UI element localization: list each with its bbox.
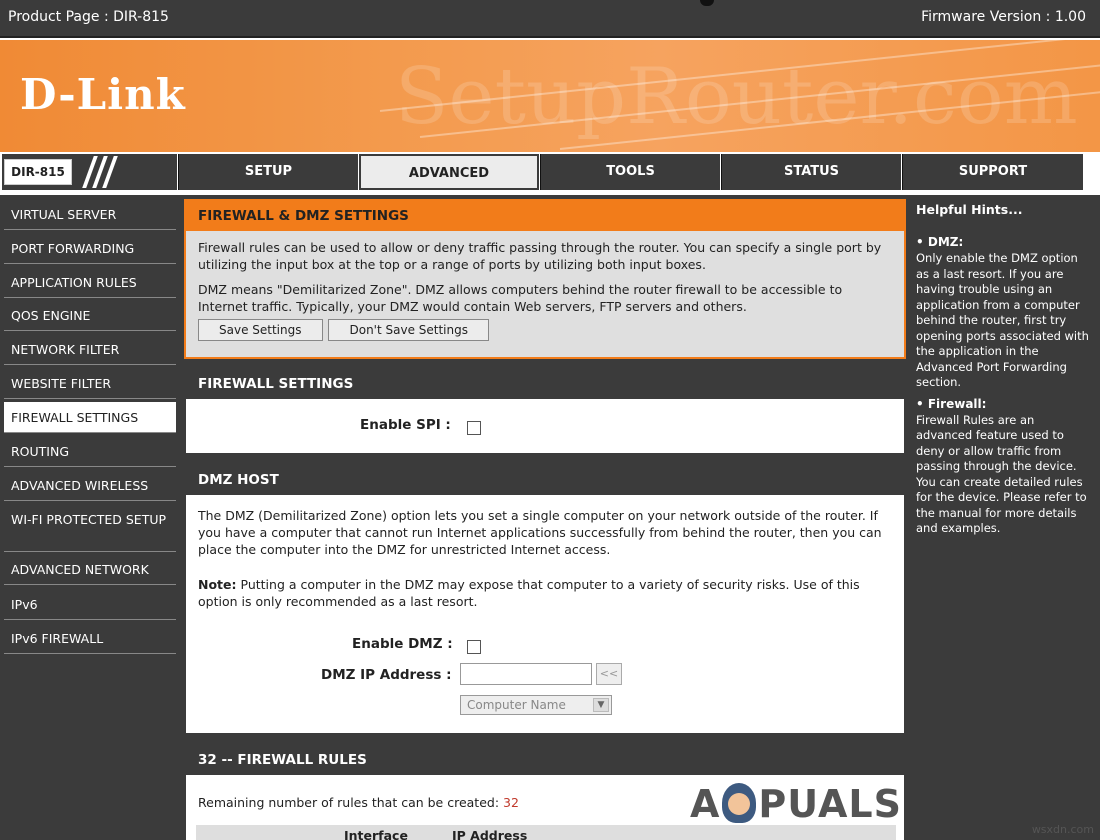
dmz-ip-input[interactable] — [460, 663, 592, 685]
intro-firewall-text: Firewall rules can be used to allow or d… — [198, 240, 882, 272]
top-bar: Product Page : DIR-815 Firmware Version … — [0, 0, 1100, 38]
model-badge: DIR-815 — [2, 154, 177, 190]
intro-dmz-text: DMZ means "Demilitarized Zone". DMZ allo… — [198, 282, 843, 314]
sidebar-item-qos-engine[interactable]: QOS ENGINE — [4, 300, 176, 331]
hint-firewall-title: • Firewall: — [916, 396, 987, 411]
sidebar-item-application-rules[interactable]: APPLICATION RULES — [4, 267, 176, 298]
firmware-version-label: Firmware Version : 1.00 — [921, 9, 1086, 25]
dmz-note: Note: Putting a computer in the DMZ may … — [198, 576, 892, 610]
sidebar-item-advanced-network[interactable]: ADVANCED NETWORK — [4, 554, 176, 585]
remaining-rules: Remaining number of rules that can be cr… — [198, 795, 519, 810]
nav-row: DIR-815 SETUP ADVANCED TOOLS STATUS SUPP… — [0, 152, 1100, 192]
tab-advanced[interactable]: ADVANCED — [359, 154, 539, 190]
save-settings-button[interactable]: Save Settings — [198, 319, 323, 341]
sidebar: VIRTUAL SERVER PORT FORWARDING APPLICATI… — [0, 195, 180, 840]
appuals-letters: PUALS — [758, 782, 902, 826]
remaining-rules-value: 32 — [503, 795, 519, 810]
col-interface: Interface — [344, 828, 408, 840]
hint-firewall-text: Firewall Rules are an advanced feature u… — [916, 412, 1087, 536]
sidebar-item-firewall-settings[interactable]: FIREWALL SETTINGS — [4, 402, 176, 433]
sidebar-item-ipv6-firewall[interactable]: IPv6 FIREWALL — [4, 623, 176, 654]
dlink-logo: D-Link — [20, 70, 186, 119]
hints-title: Helpful Hints... — [916, 202, 1023, 217]
hint-dmz-text: Only enable the DMZ option as a last res… — [916, 251, 1089, 389]
sidebar-item-port-forwarding[interactable]: PORT FORWARDING — [4, 233, 176, 264]
hint-dmz-title: • DMZ: — [916, 235, 964, 249]
firewall-settings-panel: FIREWALL SETTINGS Enable SPI : — [184, 367, 906, 455]
sidebar-item-ipv6[interactable]: IPv6 — [4, 589, 176, 620]
enable-spi-label: Enable SPI : — [360, 417, 451, 433]
tab-support[interactable]: SUPPORT — [902, 154, 1083, 190]
helpful-hints: Helpful Hints... • DMZ: Only enable the … — [910, 195, 1100, 840]
tab-setup[interactable]: SETUP — [178, 154, 358, 190]
dmz-note-label: Note: — [198, 577, 237, 592]
product-page-label: Product Page : DIR-815 — [8, 9, 169, 25]
sidebar-item-virtual-server[interactable]: VIRTUAL SERVER — [4, 199, 176, 230]
sidebar-item-website-filter[interactable]: WEBSITE FILTER — [4, 368, 176, 399]
firewall-dmz-intro-panel: FIREWALL & DMZ SETTINGS Firewall rules c… — [184, 199, 906, 359]
firewall-settings-title: FIREWALL SETTINGS — [186, 369, 904, 399]
dmz-note-text: Putting a computer in the DMZ may expose… — [198, 577, 860, 609]
appuals-mascot-icon — [722, 783, 757, 823]
chevron-down-icon: ▼ — [593, 698, 609, 712]
sidebar-item-wifi-protected-setup[interactable]: WI-FI PROTECTED SETUP — [4, 504, 176, 552]
dont-save-settings-button[interactable]: Don't Save Settings — [328, 319, 489, 341]
copy-ip-button[interactable]: << — [596, 663, 622, 685]
sidebar-item-routing[interactable]: ROUTING — [4, 436, 176, 467]
computer-name-value: Computer Name — [467, 698, 566, 712]
enable-dmz-label: Enable DMZ : — [352, 636, 453, 652]
dmz-ip-label: DMZ IP Address : — [321, 667, 452, 683]
sidebar-item-network-filter[interactable]: NETWORK FILTER — [4, 334, 176, 365]
intro-title: FIREWALL & DMZ SETTINGS — [186, 201, 904, 231]
setuprouter-watermark: SetupRouter.com — [395, 52, 1078, 142]
dmz-host-title: DMZ HOST — [186, 465, 904, 495]
tab-status[interactable]: STATUS — [721, 154, 901, 190]
appuals-letter-a: A — [690, 782, 721, 826]
dmz-host-panel: DMZ HOST The DMZ (Demilitarized Zone) op… — [184, 463, 906, 735]
firewall-rules-title: 32 -- FIREWALL RULES — [186, 745, 904, 775]
remaining-rules-label: Remaining number of rules that can be cr… — [198, 795, 500, 810]
rules-table-header: Interface IP Address — [196, 825, 896, 840]
col-ip-address: IP Address — [452, 828, 528, 840]
appuals-watermark: A PUALS — [690, 782, 902, 826]
sidebar-item-advanced-wireless[interactable]: ADVANCED WIRELESS — [4, 470, 176, 501]
enable-dmz-checkbox[interactable] — [467, 640, 481, 654]
model-label: DIR-815 — [4, 159, 72, 185]
source-credit: wsxdn.com — [1031, 823, 1094, 836]
top-notch — [700, 0, 714, 6]
computer-name-select[interactable]: Computer Name ▼ — [460, 695, 612, 715]
main-content: FIREWALL & DMZ SETTINGS Firewall rules c… — [180, 195, 910, 840]
enable-spi-checkbox[interactable] — [467, 421, 481, 435]
brand-banner: SetupRouter.com D-Link — [0, 40, 1100, 152]
dmz-description: The DMZ (Demilitarized Zone) option lets… — [198, 508, 882, 557]
tab-tools[interactable]: TOOLS — [540, 154, 720, 190]
